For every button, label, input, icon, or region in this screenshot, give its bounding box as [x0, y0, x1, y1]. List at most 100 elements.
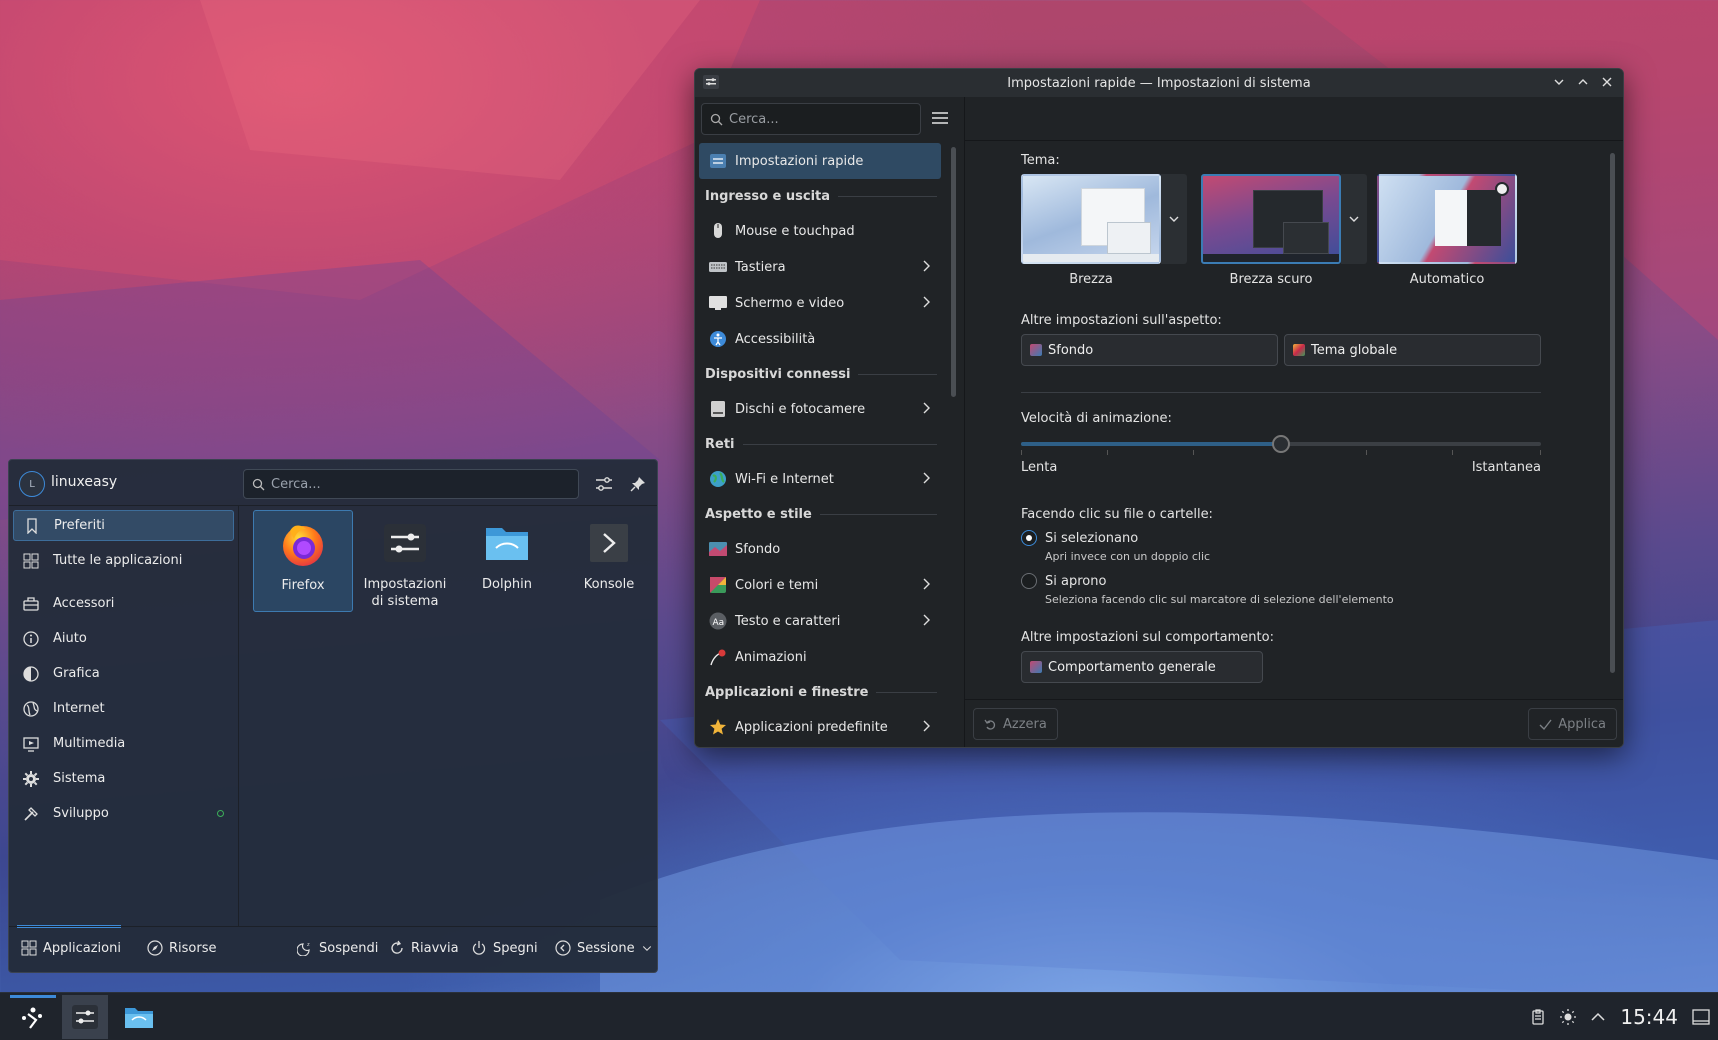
- chevron-up-icon: [1578, 79, 1588, 85]
- tab-places[interactable]: Risorse: [147, 940, 217, 956]
- sidebar-section-title: Applicazioni e finestre: [705, 684, 869, 700]
- app-label: Konsole: [583, 577, 635, 592]
- show-desktop-icon[interactable]: [1692, 1009, 1710, 1025]
- window-titlebar[interactable]: Impostazioni rapide — Impostazioni di si…: [695, 69, 1623, 97]
- wallpaper-button[interactable]: Sfondo: [1021, 334, 1278, 366]
- shutdown-button[interactable]: Spegni: [471, 940, 538, 956]
- sidebar-item-label: Dischi e fotocamere: [735, 401, 866, 417]
- sidebar-item-label: Impostazioni rapide: [735, 153, 864, 169]
- sidebar-item-testo-e-caratteri[interactable]: Aa Testo e caratteri: [699, 603, 941, 639]
- pin-icon[interactable]: [629, 475, 647, 493]
- slider-handle[interactable]: [1272, 435, 1290, 453]
- wallpaper-icon: [709, 542, 727, 556]
- category-multimedia[interactable]: Multimedia: [13, 728, 234, 759]
- tab-applications[interactable]: Applicazioni: [21, 940, 121, 956]
- session-label: Sessione: [577, 940, 635, 956]
- category-sistema[interactable]: Sistema: [13, 763, 234, 794]
- content-scrollbar[interactable]: [1610, 153, 1615, 673]
- maximize-button[interactable]: [1575, 73, 1591, 91]
- sidebar-item-tastiera[interactable]: Tastiera: [699, 249, 941, 285]
- reset-button[interactable]: Azzera: [973, 708, 1058, 740]
- radio-button-unchecked[interactable]: [1021, 573, 1037, 589]
- app-konsole[interactable]: Konsole: [559, 510, 657, 612]
- app-impostazioni-di-sistema[interactable]: Impostazioni di sistema: [355, 510, 455, 612]
- category-tutte-le-applicazioni[interactable]: Tutte le applicazioni: [13, 545, 234, 576]
- general-behavior-button[interactable]: Comportamento generale: [1021, 651, 1263, 683]
- clipboard-icon[interactable]: [1530, 1009, 1546, 1025]
- sidebar-item-label: Animazioni: [735, 649, 807, 665]
- taskbar-dolphin[interactable]: [116, 995, 162, 1039]
- app-dolphin[interactable]: Dolphin: [457, 510, 557, 612]
- sidebar-item-colori-e-temi[interactable]: Colori e temi: [699, 567, 941, 603]
- global-theme-button[interactable]: Tema globale: [1284, 334, 1541, 366]
- avatar[interactable]: L: [19, 471, 45, 497]
- wallpaper-icon: [1030, 344, 1042, 356]
- chevron-right-icon: [923, 260, 930, 272]
- sidebar-item-label: Colori e temi: [735, 577, 819, 593]
- animation-speed-slider[interactable]: [1021, 434, 1541, 455]
- radio-button-checked[interactable]: [1021, 530, 1037, 546]
- theme-preview-automatico[interactable]: [1377, 174, 1517, 264]
- settings-window: Impostazioni rapide — Impostazioni di si…: [694, 68, 1624, 748]
- sidebar-item-mouse-e-touchpad[interactable]: Mouse e touchpad: [699, 213, 941, 249]
- clock[interactable]: 15:44: [1620, 1005, 1678, 1029]
- close-button[interactable]: [1599, 73, 1615, 91]
- hamburger-menu-icon[interactable]: [931, 109, 949, 127]
- category-internet[interactable]: Internet: [13, 693, 234, 724]
- sidebar-item-accessibilit[interactable]: Accessibilità: [699, 321, 941, 357]
- sidebar-item-animazioni[interactable]: Animazioni: [699, 639, 941, 675]
- chevron-right-icon: [923, 296, 930, 308]
- minimize-button[interactable]: [1551, 73, 1567, 91]
- sidebar-item-label: Testo e caratteri: [735, 613, 841, 629]
- app-firefox[interactable]: Firefox: [253, 510, 353, 612]
- theme-option-automatico[interactable]: Automatico: [1377, 174, 1517, 287]
- suspend-button[interactable]: z Sospendi: [297, 940, 378, 956]
- radio-single-click-open[interactable]: Si aprono: [1021, 573, 1541, 589]
- theme-option-brezza[interactable]: Brezza: [1021, 174, 1187, 287]
- sidebar-item-schermo-e-video[interactable]: Schermo e video: [699, 285, 941, 321]
- category-aiuto[interactable]: Aiuto: [13, 623, 234, 654]
- session-button[interactable]: Sessione: [555, 940, 653, 956]
- general-behavior-button-label: Comportamento generale: [1048, 659, 1216, 675]
- behavior-label: Altre impostazioni sul comportamento:: [1021, 630, 1274, 645]
- brightness-icon[interactable]: [1560, 1009, 1577, 1025]
- restart-button[interactable]: Riavvia: [389, 940, 459, 956]
- sidebar-item-wi-fi-e-internet[interactable]: Wi-Fi e Internet: [699, 461, 941, 497]
- palette-icon: [710, 577, 726, 593]
- sidebar-item-impostazioni-rapide[interactable]: Impostazioni rapide: [699, 143, 941, 179]
- palette-icon: [1293, 344, 1305, 356]
- category-accessori[interactable]: Accessori: [13, 588, 234, 619]
- gear-icon: [23, 770, 39, 787]
- undo-icon: [984, 719, 996, 730]
- app-label: Dolphin: [482, 577, 532, 592]
- category-sviluppo[interactable]: Sviluppo: [13, 798, 234, 829]
- settings-search-input[interactable]: Cerca...: [701, 103, 921, 135]
- system-tray: 15:44: [1530, 993, 1710, 1040]
- apply-button[interactable]: Applica: [1528, 708, 1617, 740]
- sidebar-item-applicazioni-predefinite[interactable]: Applicazioni predefinite: [699, 709, 941, 745]
- tab-places-label: Risorse: [169, 940, 217, 956]
- sidebar-section-header: Reti: [695, 427, 937, 461]
- launcher-search-input[interactable]: Cerca...: [243, 469, 579, 499]
- configure-icon[interactable]: [595, 475, 613, 493]
- suspend-icon: z: [297, 942, 310, 956]
- theme-preview-brezza[interactable]: [1021, 174, 1161, 264]
- accessibility-icon: [710, 331, 726, 347]
- application-launcher-button[interactable]: [10, 995, 56, 1039]
- radio-single-click-select[interactable]: Si selezionano: [1021, 530, 1541, 546]
- sidebar-item-sfondo[interactable]: Sfondo: [699, 531, 941, 567]
- settings-sidebar: Cerca... Impostazioni rapide Ingresso e u…: [695, 97, 965, 747]
- category-grafica[interactable]: Grafica: [13, 658, 234, 689]
- launcher-categories: Preferiti Tutte le applicazioni Accessori A…: [9, 506, 239, 926]
- chevron-up-icon[interactable]: [1590, 1009, 1606, 1025]
- sidebar-scrollbar[interactable]: [951, 147, 956, 397]
- hammer-icon: [24, 806, 38, 821]
- taskbar-system-settings[interactable]: [62, 995, 108, 1039]
- theme-dropdown-brezza[interactable]: [1161, 174, 1187, 264]
- theme-dropdown-brezza-scuro[interactable]: [1341, 174, 1367, 264]
- category-label: Internet: [53, 701, 105, 716]
- category-preferiti[interactable]: Preferiti: [13, 510, 234, 541]
- sidebar-item-dischi-e-fotocamere[interactable]: Dischi e fotocamere: [699, 391, 941, 427]
- theme-option-brezza-scuro[interactable]: Brezza scuro: [1201, 174, 1367, 287]
- theme-preview-brezza-scuro[interactable]: [1201, 174, 1341, 264]
